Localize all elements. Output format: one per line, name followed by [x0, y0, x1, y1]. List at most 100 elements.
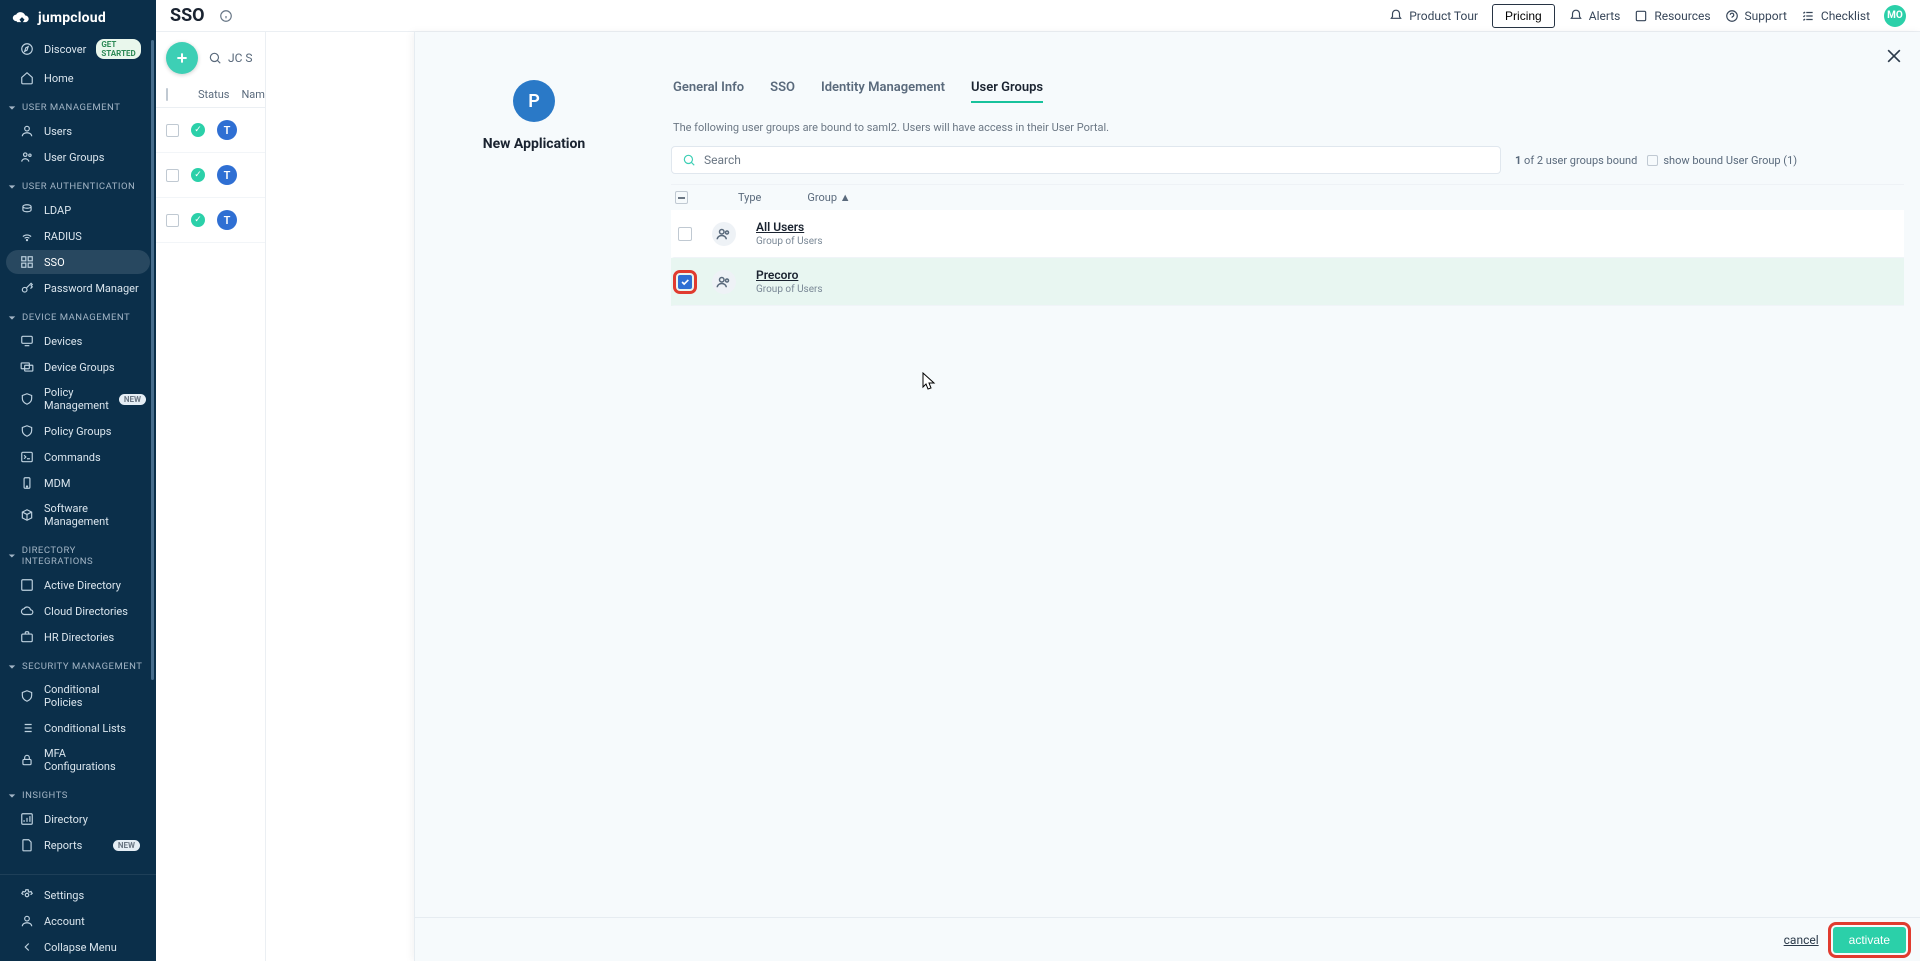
select-all-groups-checkbox[interactable]	[675, 191, 688, 204]
row-checkbox[interactable]	[166, 124, 179, 137]
nav-user-groups[interactable]: User Groups	[6, 145, 150, 169]
section-device-management[interactable]: DEVICE MANAGEMENT	[0, 302, 156, 327]
nav-settings[interactable]: Settings	[6, 883, 150, 907]
row-checkbox[interactable]	[166, 169, 179, 182]
nav-mfa-configurations[interactable]: MFA Configurations	[6, 742, 150, 778]
app-chip: T	[217, 210, 237, 230]
nav-active-directory[interactable]: Active Directory	[6, 573, 150, 597]
group-row-all-users[interactable]: All Users Group of Users	[671, 210, 1904, 258]
chevron-down-icon	[8, 552, 16, 560]
nav-collapse[interactable]: Collapse Menu	[6, 935, 150, 959]
section-user-management[interactable]: USER MANAGEMENT	[0, 92, 156, 117]
group-search-input[interactable]: Search	[671, 146, 1501, 174]
nav-cloud-directories[interactable]: Cloud Directories	[6, 599, 150, 623]
add-app-button[interactable]	[166, 42, 198, 74]
topbar: SSO Product Tour Pricing Alerts Resource…	[156, 0, 1920, 32]
cancel-link[interactable]: cancel	[1784, 933, 1819, 947]
group-checkbox-checked[interactable]	[678, 275, 692, 289]
nav-policy-management[interactable]: Policy ManagementNEW	[6, 381, 150, 417]
compass-icon	[20, 42, 34, 56]
group-name-link[interactable]: All Users	[756, 220, 823, 234]
shield-check-icon	[20, 689, 34, 703]
product-tour-link[interactable]: Product Tour	[1389, 9, 1478, 23]
nav-mdm[interactable]: MDM	[6, 471, 150, 495]
resources-link[interactable]: Resources	[1634, 9, 1710, 23]
group-type-icon	[712, 270, 736, 294]
pricing-button[interactable]: Pricing	[1492, 4, 1555, 28]
monitor-icon	[20, 334, 34, 348]
panel-tabs: General Info SSO Identity Management Use…	[671, 80, 1904, 113]
select-all-checkbox[interactable]	[166, 88, 168, 101]
show-bound-checkbox[interactable]	[1647, 155, 1658, 166]
sidebar-scrollbar[interactable]	[151, 40, 154, 680]
list-row[interactable]: ✓ T	[156, 153, 265, 198]
checklist-icon	[1801, 9, 1815, 23]
nav-reports[interactable]: ReportsNEW	[6, 833, 150, 857]
group-subtitle: Group of Users	[756, 284, 823, 295]
nav-commands[interactable]: Commands	[6, 445, 150, 469]
nav-conditional-lists[interactable]: Conditional Lists	[6, 716, 150, 740]
bell-icon	[1389, 9, 1403, 23]
nav-password-manager[interactable]: Password Manager	[6, 276, 150, 300]
brand-logo[interactable]: jumpcloud	[0, 0, 156, 32]
nav-directory-insights[interactable]: Directory	[6, 807, 150, 831]
nav-hr-directories[interactable]: HR Directories	[6, 625, 150, 649]
list-row[interactable]: ✓ T	[156, 198, 265, 243]
list-row[interactable]: ✓ T	[156, 108, 265, 153]
nav-conditional-policies[interactable]: Conditional Policies	[6, 678, 150, 714]
tab-general-info[interactable]: General Info	[673, 80, 744, 103]
show-bound-toggle[interactable]: show bound User Group (1)	[1647, 154, 1797, 167]
section-directory-integrations[interactable]: DIRECTORY INTEGRATIONS	[0, 535, 156, 571]
app-avatar: P	[513, 80, 555, 122]
shield-icon	[20, 392, 34, 406]
bell-icon	[1569, 9, 1583, 23]
collapse-icon	[20, 940, 34, 954]
col-type: Type	[738, 191, 761, 204]
support-link[interactable]: Support	[1725, 9, 1787, 23]
app-chip: T	[217, 165, 237, 185]
nav-device-groups[interactable]: Device Groups	[6, 355, 150, 379]
col-group[interactable]: Group ▲	[807, 191, 850, 204]
user-avatar[interactable]: MO	[1884, 5, 1906, 27]
search-icon	[208, 51, 222, 65]
app-list-column: JC S Status Nam ✓ T ✓ T	[156, 32, 266, 961]
nav-ldap[interactable]: LDAP	[6, 198, 150, 222]
panel-footer: cancel activate	[415, 917, 1920, 961]
new-badge: NEW	[113, 840, 140, 851]
section-security-management[interactable]: SECURITY MANAGEMENT	[0, 651, 156, 676]
nav-devices[interactable]: Devices	[6, 329, 150, 353]
nav-policy-groups[interactable]: Policy Groups	[6, 419, 150, 443]
group-checkbox[interactable]	[678, 227, 692, 241]
tab-sso[interactable]: SSO	[770, 80, 795, 103]
nav-account[interactable]: Account	[6, 909, 150, 933]
close-button[interactable]	[1884, 46, 1904, 66]
tab-identity-management[interactable]: Identity Management	[821, 80, 945, 103]
section-user-authentication[interactable]: USER AUTHENTICATION	[0, 171, 156, 196]
nav-discover-label: Discover	[44, 43, 86, 56]
app-chip: T	[217, 120, 237, 140]
shield-group-icon	[20, 424, 34, 438]
section-insights[interactable]: INSIGHTS	[0, 780, 156, 805]
ad-icon	[20, 578, 34, 592]
nav-home[interactable]: Home	[6, 66, 150, 90]
nav-discover[interactable]: Discover GET STARTED	[6, 34, 150, 64]
plus-icon	[174, 50, 190, 66]
group-type-icon	[712, 222, 736, 246]
chevron-down-icon	[8, 314, 16, 322]
nav-home-label: Home	[44, 72, 74, 85]
nav-radius[interactable]: RADIUS	[6, 224, 150, 248]
checklist-link[interactable]: Checklist	[1801, 9, 1870, 23]
group-row-precoro[interactable]: Precoro Group of Users	[671, 258, 1904, 306]
users-icon	[20, 150, 34, 164]
app-search-field[interactable]: JC S	[208, 51, 253, 65]
info-icon[interactable]	[219, 9, 233, 23]
nav-software-management[interactable]: Software Management	[6, 497, 150, 533]
activate-button[interactable]: activate	[1833, 927, 1906, 953]
nav-users[interactable]: Users	[6, 119, 150, 143]
tab-user-groups[interactable]: User Groups	[971, 80, 1043, 103]
group-name-link[interactable]: Precoro	[756, 268, 823, 282]
row-checkbox[interactable]	[166, 214, 179, 227]
close-icon	[1884, 46, 1904, 66]
nav-sso[interactable]: SSO	[6, 250, 150, 274]
alerts-link[interactable]: Alerts	[1569, 9, 1621, 23]
